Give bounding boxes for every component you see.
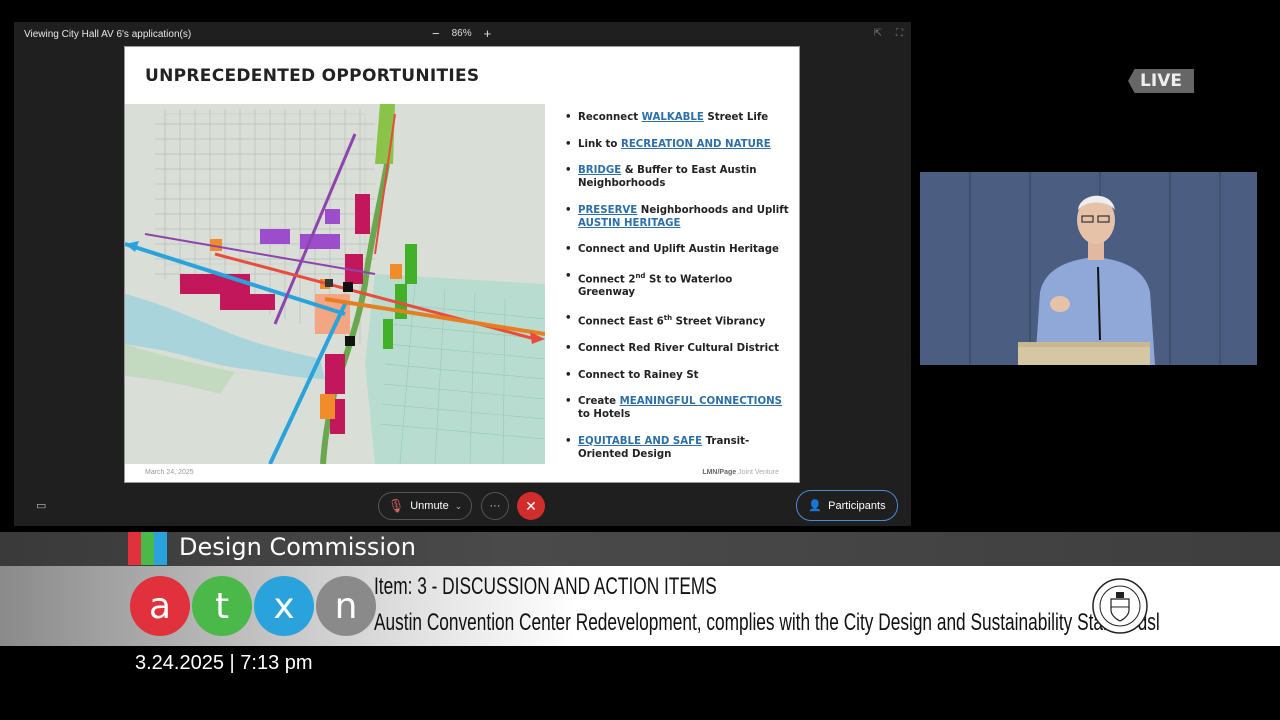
list-item: Connect East 6th Street Vibrancy: [565, 312, 790, 328]
zoom-controls: − 86% +: [432, 27, 491, 40]
agenda-item-title: Item: 3 - DISCUSSION AND ACTION ITEMS: [374, 573, 717, 600]
atxn-logo: a t x n: [130, 576, 376, 636]
list-item: Reconnect WALKABLE Street Life: [565, 111, 790, 124]
shared-slide: UNPRECEDENTED OPPORTUNITIES • Reconnect …: [124, 46, 800, 483]
list-item: Connect to Rainey St: [565, 369, 790, 382]
downtown-map: [125, 104, 545, 464]
unmute-button[interactable]: 🎙 Unmute ⌄: [378, 492, 472, 520]
bridge-link[interactable]: BRIDGE: [578, 165, 621, 176]
more-options-button[interactable]: ···: [481, 492, 509, 520]
zoom-in-button[interactable]: +: [484, 27, 492, 40]
pop-out-icon[interactable]: ⇱: [874, 28, 882, 39]
mic-off-icon: 🎙: [387, 498, 405, 513]
logo-letter: x: [254, 576, 314, 636]
equitable-safe-link[interactable]: EQUITABLE AND SAFE: [578, 436, 702, 447]
green-tab: [141, 532, 154, 565]
speaker-video: [920, 172, 1257, 365]
unmute-label: Unmute: [410, 500, 449, 512]
list-item: BRIDGE & Buffer to East Austin Neighborh…: [565, 164, 790, 190]
chat-icon[interactable]: ▭: [36, 499, 46, 512]
agenda-item-description: Austin Convention Center Redevelopment, …: [374, 609, 1160, 636]
list-item: Connect Red River Cultural District: [565, 342, 790, 355]
participants-button[interactable]: 👤 Participants: [796, 490, 898, 521]
fullscreen-icon[interactable]: ⛶: [896, 28, 903, 39]
meaningful-connections-link[interactable]: MEANINGFUL CONNECTIONS: [620, 396, 782, 407]
list-item: Connect 2nd St to Waterloo Greenway: [565, 270, 790, 299]
logo-letter: a: [130, 576, 190, 636]
slide-title: UNPRECEDENTED OPPORTUNITIES: [145, 66, 480, 86]
meeting-window: Viewing City Hall AV 6's application(s) …: [14, 22, 911, 526]
leave-button[interactable]: ✕: [517, 492, 545, 520]
color-tabs: [128, 532, 167, 565]
list-item: Create MEANINGFUL CONNECTIONS to Hotels: [565, 395, 790, 421]
red-tab: [128, 532, 141, 565]
walkable-link[interactable]: WALKABLE: [642, 112, 704, 123]
speaker-image: [920, 172, 1257, 365]
broadcast-datetime: 3.24.2025 | 7:13 pm: [135, 652, 313, 674]
recreation-nature-link[interactable]: RECREATION AND NATURE: [621, 139, 771, 150]
list-item: Connect and Uplift Austin Heritage: [565, 243, 790, 256]
window-icons: ⇱ ⛶: [874, 28, 903, 39]
slide-date: March 24, 2025: [145, 469, 194, 476]
meeting-top-bar: Viewing City Hall AV 6's application(s) …: [14, 22, 911, 46]
broadcast-frame: Viewing City Hall AV 6's application(s) …: [0, 0, 1280, 720]
city-seal-icon: [1092, 578, 1148, 634]
list-item: EQUITABLE AND SAFE Transit-Oriented Desi…: [565, 435, 790, 461]
logo-letter: t: [192, 576, 252, 636]
list-item: PRESERVE Neighborhoods and Uplift AUSTIN…: [565, 204, 790, 230]
blue-tab: [154, 532, 167, 565]
window-title: Viewing City Hall AV 6's application(s): [24, 29, 192, 40]
live-badge: LIVE: [1128, 69, 1194, 93]
austin-heritage-link[interactable]: AUSTIN HERITAGE: [578, 218, 680, 229]
participants-label: Participants: [828, 499, 886, 512]
program-title: Design Commission: [179, 533, 416, 561]
zoom-level: 86%: [451, 28, 472, 39]
logo-letter: n: [316, 576, 376, 636]
zoom-out-button[interactable]: −: [432, 27, 440, 40]
preserve-link[interactable]: PRESERVE: [578, 205, 637, 216]
list-item: Link to RECREATION AND NATURE: [565, 138, 790, 151]
slide-credit: LMN/Page Joint Venture: [702, 469, 779, 476]
person-icon: 👤: [808, 500, 823, 512]
chevron-down-icon: ⌄: [454, 500, 463, 511]
opportunities-list: Reconnect WALKABLE Street Life Link to R…: [565, 111, 790, 474]
